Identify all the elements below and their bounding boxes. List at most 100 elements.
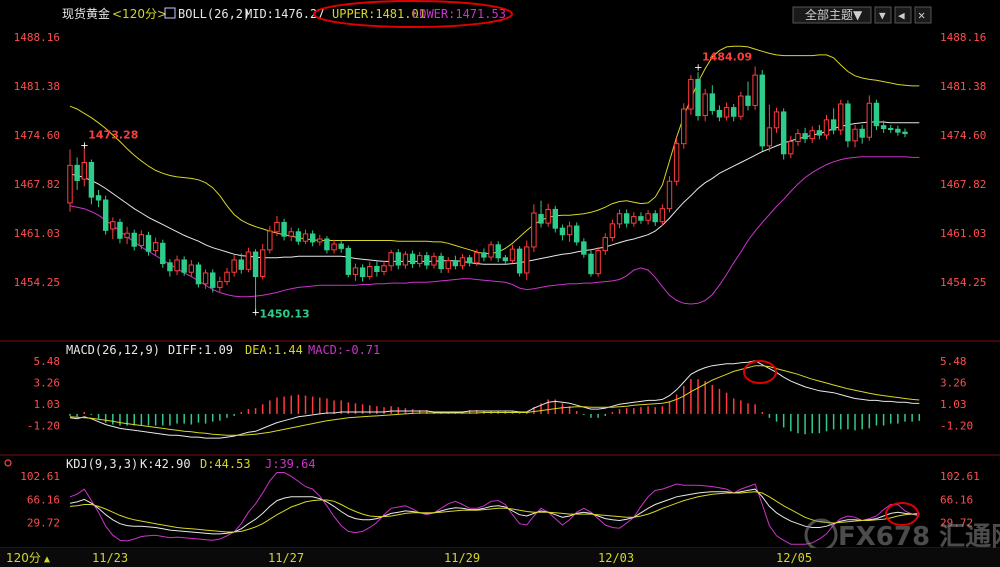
candle xyxy=(224,267,230,286)
candle-body xyxy=(395,252,402,266)
macd-histogram xyxy=(69,379,921,435)
candle xyxy=(195,262,202,288)
axis-tick-label: 1461.03 xyxy=(940,227,986,240)
candle xyxy=(845,100,851,148)
candle-body xyxy=(110,221,116,230)
axis-tick-label: -1.20 xyxy=(27,420,60,433)
candle xyxy=(731,103,737,122)
extreme-marker: + xyxy=(80,141,88,152)
candle-body xyxy=(502,257,509,262)
candle xyxy=(524,240,530,281)
axis-tick-label: 3.26 xyxy=(34,376,61,389)
price-header: 现货黄金 <120分> BOLL(26,2) MID:1476.27 UPPER… xyxy=(62,0,513,28)
candle-body xyxy=(638,216,644,221)
candle-body xyxy=(252,251,259,278)
period-button[interactable]: 120分 xyxy=(6,551,41,565)
candle xyxy=(602,233,608,255)
candle-body xyxy=(752,74,758,106)
candle-body xyxy=(302,233,309,242)
candle-body xyxy=(773,111,780,129)
candle xyxy=(352,263,359,281)
chart-canvas[interactable]: +1473.28+ 1450.13+1484.09 1454.251461.031… xyxy=(0,0,1000,567)
candle-body xyxy=(67,164,73,204)
axis-tick-label: 5.48 xyxy=(34,355,61,368)
candle-body xyxy=(830,119,837,131)
candle xyxy=(638,212,644,224)
axis-tick-label: 1481.38 xyxy=(940,80,986,93)
candle xyxy=(688,75,694,115)
candle-body xyxy=(331,243,337,251)
footer-bar: 120分 ▲ 11/23 11/27 11/29 12/03 12/05 xyxy=(0,548,1000,567)
kdj-d-value: D:44.53 xyxy=(200,457,251,471)
candle xyxy=(838,99,844,136)
candle xyxy=(616,209,623,229)
candle xyxy=(424,252,430,270)
candle-body xyxy=(388,252,394,267)
candlestick-series[interactable] xyxy=(67,66,908,312)
candle xyxy=(324,236,330,254)
macd-dea-line xyxy=(69,365,920,436)
candle-body xyxy=(588,253,594,275)
candle xyxy=(552,205,559,233)
candle xyxy=(181,256,187,276)
candle-body xyxy=(795,133,801,143)
axis-tick-label: 102.61 xyxy=(20,470,60,483)
candle-body xyxy=(509,248,516,262)
candle-body xyxy=(602,237,608,252)
candle xyxy=(395,249,402,270)
candle-body xyxy=(738,95,744,117)
candle xyxy=(459,254,466,270)
candle xyxy=(538,200,544,228)
candle xyxy=(588,250,594,277)
candle-body xyxy=(745,95,751,106)
candle-body xyxy=(731,107,737,117)
candle-body xyxy=(652,213,658,223)
axis-tick-label: 1461.03 xyxy=(14,227,60,240)
candle-body xyxy=(888,128,894,131)
candle xyxy=(95,189,102,208)
candle-body xyxy=(416,255,423,265)
candle-body xyxy=(802,133,808,140)
candle xyxy=(338,240,344,253)
candle-body xyxy=(838,103,844,131)
candle-body xyxy=(438,255,444,270)
candle-body xyxy=(424,255,430,266)
price-annotation-label: 1484.09 xyxy=(702,51,752,64)
candle xyxy=(259,244,266,280)
candle-body xyxy=(288,231,294,237)
candle xyxy=(502,254,509,264)
candle-body xyxy=(559,227,566,236)
candle-body xyxy=(759,74,765,147)
candle xyxy=(124,226,130,245)
candle-body xyxy=(645,213,651,221)
axis-tick-label: 1454.25 xyxy=(940,276,986,289)
macd-title: MACD(26,12,9) xyxy=(66,343,160,357)
axis-tick-label: 1481.38 xyxy=(14,80,60,93)
candle-body xyxy=(117,221,123,239)
candle-body xyxy=(666,180,673,210)
candle-body xyxy=(281,221,287,237)
kdj-header: KDJ(9,3,3) K:42.90 D:44.53 J:39.64 xyxy=(4,457,919,526)
candle xyxy=(102,195,109,235)
candle xyxy=(359,264,366,282)
candle xyxy=(673,137,680,186)
candle-body xyxy=(766,127,773,147)
theme-dropdown-label: 全部主题▼ xyxy=(805,7,863,22)
candle-body xyxy=(124,232,130,239)
candle-body xyxy=(816,130,823,136)
candle-body xyxy=(88,161,95,198)
candle xyxy=(152,237,159,255)
candle-body xyxy=(160,242,166,265)
candle-body xyxy=(409,253,416,265)
candle-body xyxy=(566,225,573,236)
candle-body xyxy=(595,250,601,275)
candle-body xyxy=(274,221,280,233)
date-label: 12/05 xyxy=(776,551,812,565)
axis-tick-label: 66.16 xyxy=(27,493,60,506)
period-up-icon[interactable]: ▲ xyxy=(44,554,50,565)
watermark-logo-icon xyxy=(804,518,838,552)
axis-tick-label: 1467.82 xyxy=(14,178,60,191)
candle xyxy=(895,125,901,136)
axis-tick-label: 1488.16 xyxy=(940,31,986,44)
kdj-title: KDJ(9,3,3) xyxy=(66,457,138,471)
